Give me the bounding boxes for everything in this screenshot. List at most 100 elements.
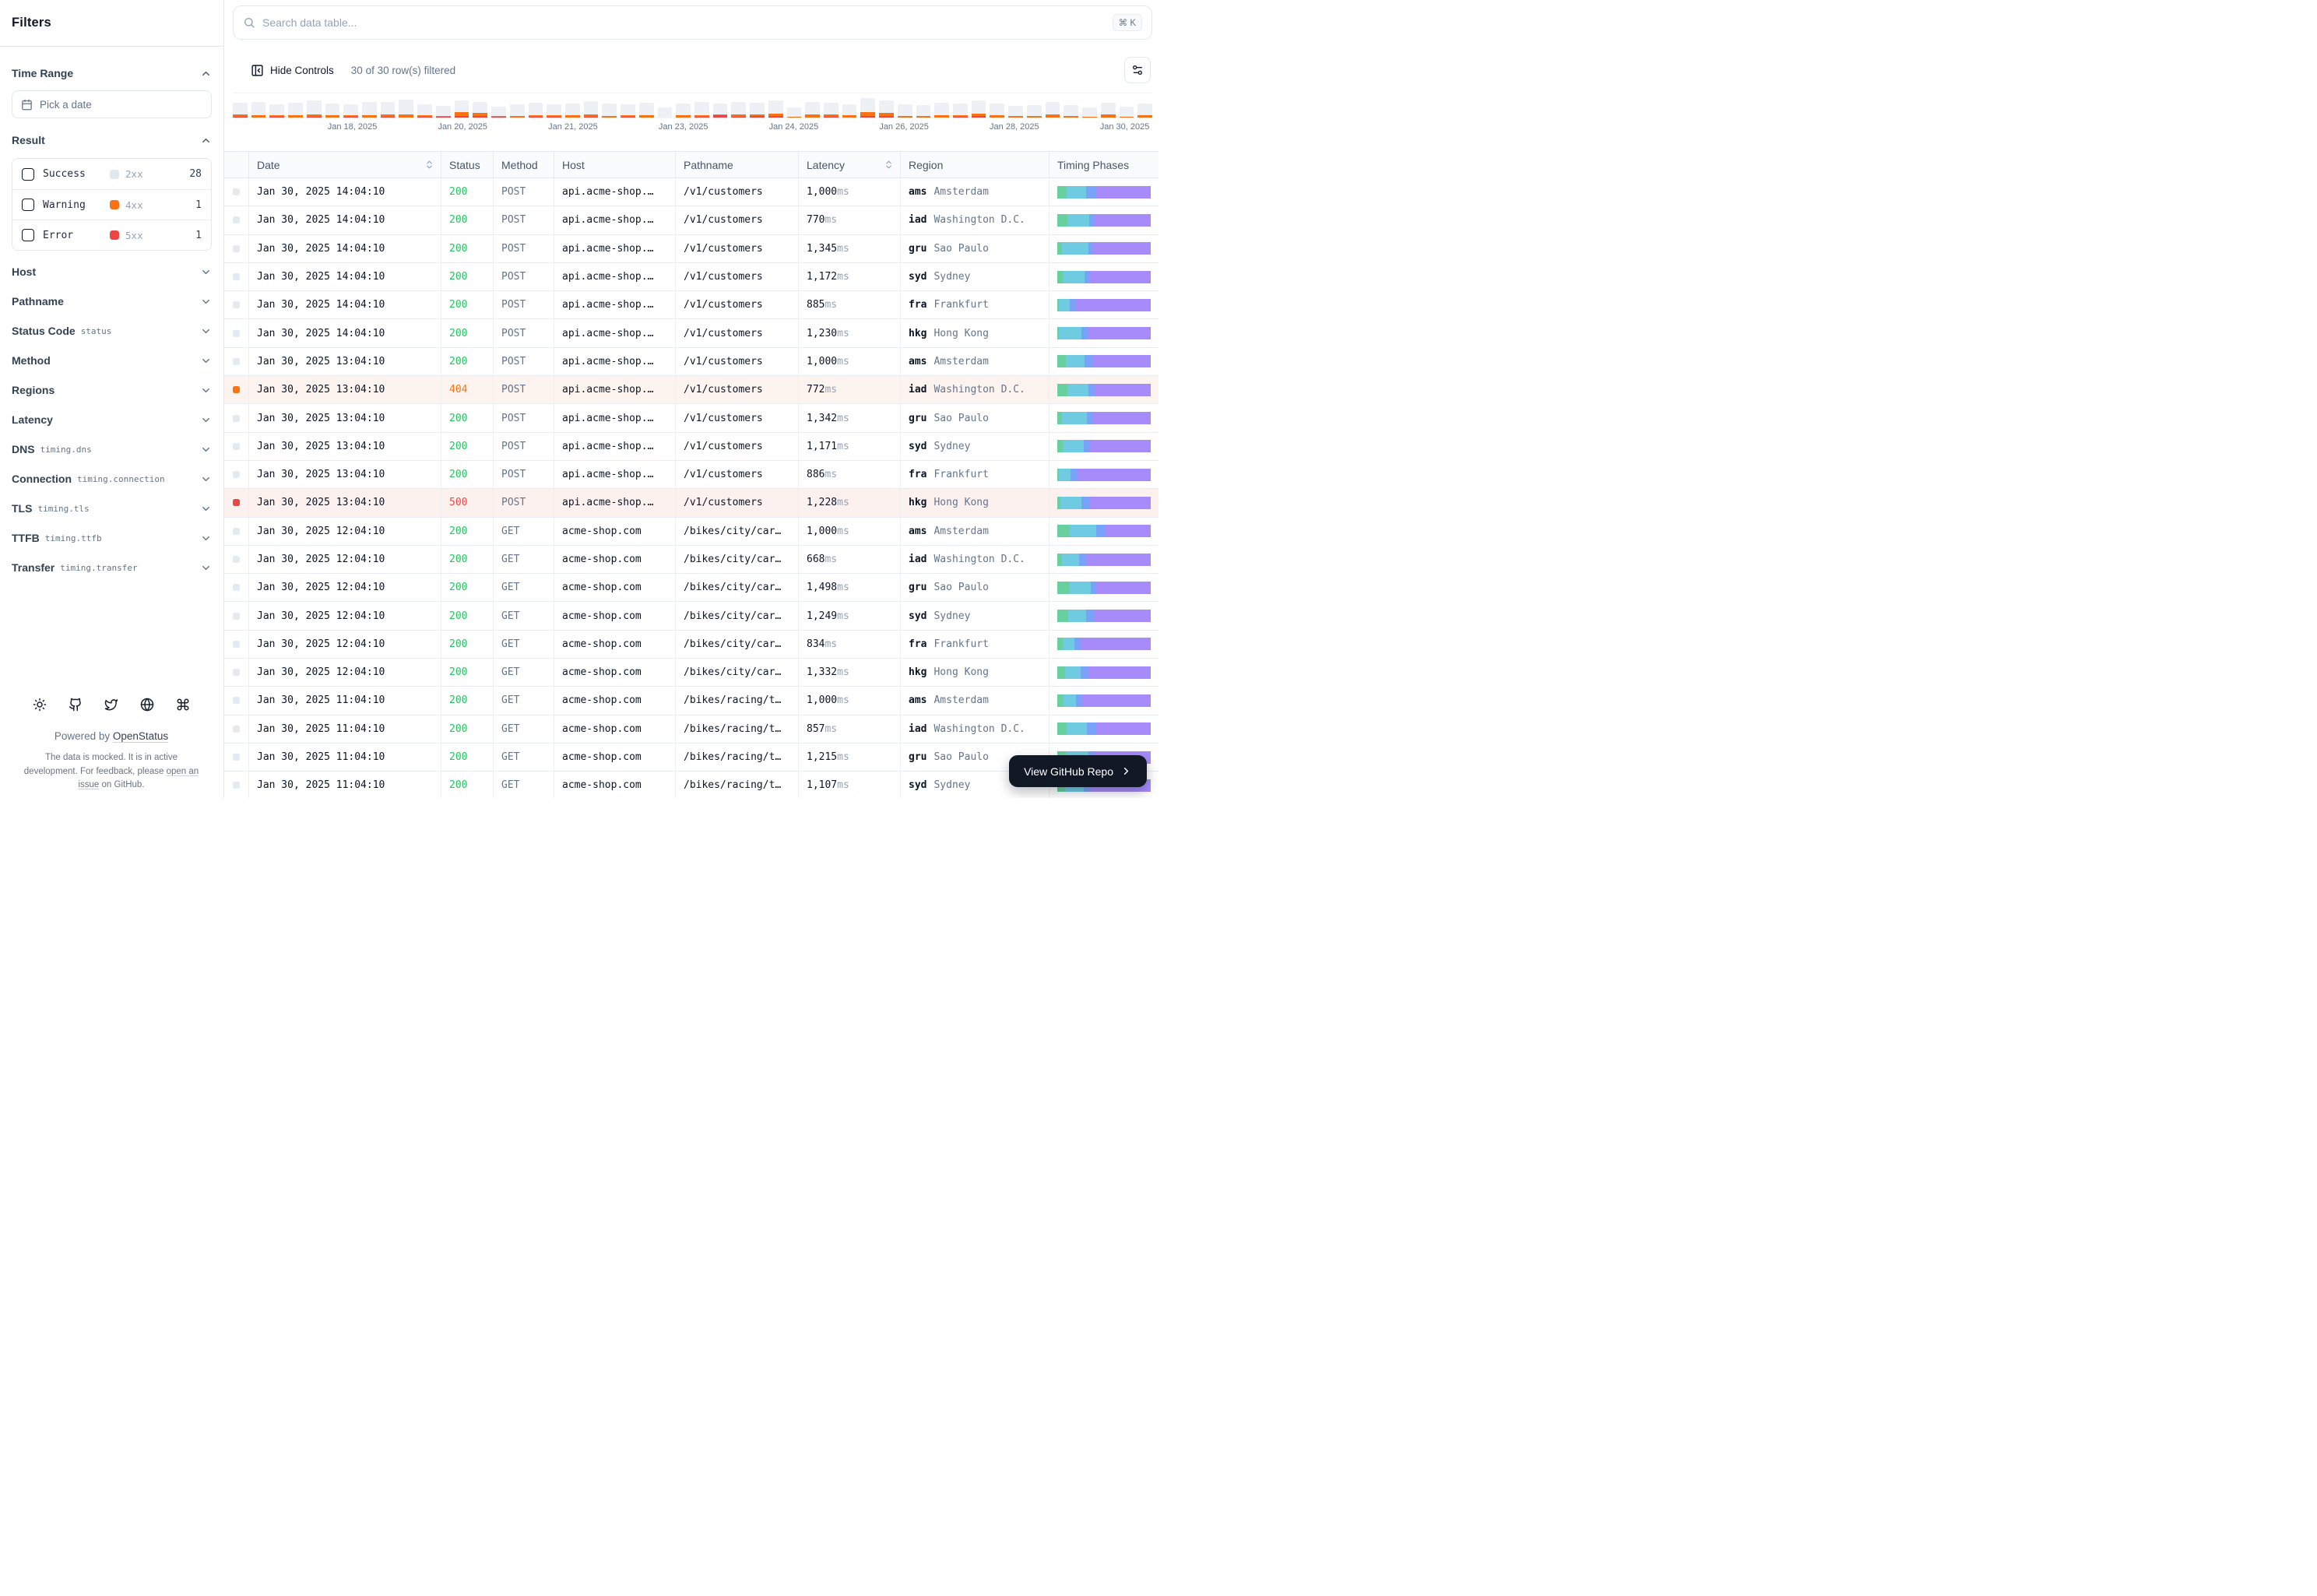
table-row[interactable]: Jan 30, 2025 11:04:10 200 GET acme-shop.com… xyxy=(224,687,1158,715)
histogram-bar[interactable] xyxy=(473,102,488,118)
sidebar-section-status-code[interactable]: Status Code status xyxy=(12,316,212,346)
histogram-bar[interactable] xyxy=(971,100,986,118)
histogram-bar[interactable] xyxy=(934,103,950,118)
histogram-bar[interactable] xyxy=(343,104,359,118)
date-picker-button[interactable]: Pick a date xyxy=(12,90,212,118)
table-row[interactable]: Jan 30, 2025 14:04:10 200 POST api.acme-sho… xyxy=(224,234,1158,263)
histogram-bar[interactable] xyxy=(657,107,673,118)
histogram-bar[interactable] xyxy=(380,102,396,118)
histogram-bar[interactable] xyxy=(953,104,968,118)
table-row[interactable]: Jan 30, 2025 12:04:10 200 GET acme-shop.com… xyxy=(224,659,1158,687)
theme-toggle-button[interactable] xyxy=(32,698,47,713)
histogram-bar[interactable] xyxy=(602,104,617,118)
table-row[interactable]: Jan 30, 2025 14:04:10 200 POST api.acme-sho… xyxy=(224,319,1158,348)
table-row[interactable]: Jan 30, 2025 12:04:10 200 GET acme-shop.com… xyxy=(224,517,1158,546)
openstatus-link[interactable]: OpenStatus xyxy=(113,730,168,742)
sidebar-section-dns[interactable]: DNS timing.dns xyxy=(12,434,212,464)
histogram-bar[interactable] xyxy=(528,103,543,118)
table-row[interactable]: Jan 30, 2025 12:04:10 200 GET acme-shop.com… xyxy=(224,630,1158,659)
sidebar-section-transfer[interactable]: Transfer timing.transfer xyxy=(12,553,212,582)
histogram-bar[interactable] xyxy=(879,100,894,118)
column-header-latency[interactable]: Latency xyxy=(799,152,901,178)
histogram-bar[interactable] xyxy=(694,102,709,118)
table-row[interactable]: Jan 30, 2025 13:04:10 500 POST api.acme-sho… xyxy=(224,489,1158,518)
histogram-bar[interactable] xyxy=(786,107,802,118)
result-filter-item-error[interactable]: Error 5xx 1 xyxy=(12,220,211,250)
table-row[interactable]: Jan 30, 2025 13:04:10 404 POST api.acme-sho… xyxy=(224,376,1158,405)
histogram-bar[interactable] xyxy=(306,100,322,118)
hide-controls-button[interactable]: Hide Controls xyxy=(251,64,334,77)
histogram-bar[interactable] xyxy=(1082,107,1097,118)
table-row[interactable]: Jan 30, 2025 14:04:10 200 POST api.acme-sho… xyxy=(224,262,1158,292)
histogram-bar[interactable] xyxy=(564,104,580,118)
histogram-bar[interactable] xyxy=(1100,103,1116,118)
search-input[interactable] xyxy=(262,16,1106,29)
histogram-bar[interactable] xyxy=(1137,104,1152,118)
table-row[interactable]: Jan 30, 2025 14:04:10 200 POST api.acme-sho… xyxy=(224,178,1158,207)
histogram-bar[interactable] xyxy=(860,98,876,118)
result-filter-item-success[interactable]: Success 2xx 28 xyxy=(12,159,211,189)
histogram-bar[interactable] xyxy=(491,107,506,118)
checkbox[interactable] xyxy=(22,229,34,241)
table-row[interactable]: Jan 30, 2025 12:04:10 200 GET acme-shop.com… xyxy=(224,545,1158,575)
sidebar-section-ttfb[interactable]: TTFB timing.ttfb xyxy=(12,523,212,553)
histogram-bar[interactable] xyxy=(362,102,377,118)
table-row[interactable]: Jan 30, 2025 13:04:10 200 POST api.acme-sho… xyxy=(224,347,1158,377)
checkbox[interactable] xyxy=(22,167,34,181)
histogram-bar[interactable] xyxy=(269,104,285,118)
twitter-link-button[interactable] xyxy=(104,698,119,713)
histogram-bar[interactable] xyxy=(1064,105,1079,118)
histogram-bar[interactable] xyxy=(1045,102,1060,118)
table-row[interactable]: Jan 30, 2025 12:04:10 200 GET acme-shop.com… xyxy=(224,574,1158,603)
sidebar-section-pathname[interactable]: Pathname xyxy=(12,287,212,316)
histogram-bar[interactable] xyxy=(435,106,451,118)
histogram-bar[interactable] xyxy=(768,100,783,118)
sidebar-section-host[interactable]: Host xyxy=(12,257,212,287)
histogram-bar[interactable] xyxy=(454,100,469,118)
histogram-bar[interactable] xyxy=(897,104,912,118)
section-result[interactable]: Result xyxy=(12,131,212,149)
table-row[interactable]: Jan 30, 2025 11:04:10 200 GET acme-shop.com… xyxy=(224,715,1158,744)
histogram-bar[interactable] xyxy=(990,104,1005,118)
table-row[interactable]: Jan 30, 2025 13:04:10 200 POST api.acme-sho… xyxy=(224,432,1158,461)
table-row[interactable]: Jan 30, 2025 13:04:10 200 POST api.acme-sho… xyxy=(224,404,1158,433)
checkbox[interactable] xyxy=(22,199,34,211)
table-row[interactable]: Jan 30, 2025 12:04:10 200 GET acme-shop.com… xyxy=(224,602,1158,631)
sidebar-section-connection[interactable]: Connection timing.connection xyxy=(12,464,212,494)
histogram-bar[interactable] xyxy=(676,104,691,118)
histogram-bar[interactable] xyxy=(583,101,599,118)
histogram-bar[interactable] xyxy=(509,104,525,118)
view-options-button[interactable] xyxy=(1124,57,1151,83)
website-link-button[interactable] xyxy=(139,698,155,713)
table-row[interactable]: Jan 30, 2025 13:04:10 200 POST api.acme-sho… xyxy=(224,460,1158,490)
view-github-repo-button[interactable]: View GitHub Repo xyxy=(1009,755,1147,787)
sidebar-section-regions[interactable]: Regions xyxy=(12,375,212,405)
histogram-bar[interactable] xyxy=(1008,106,1023,118)
histogram-bar[interactable] xyxy=(251,102,266,118)
table-row[interactable]: Jan 30, 2025 14:04:10 200 POST api.acme-sho… xyxy=(224,291,1158,320)
github-link-button[interactable] xyxy=(68,698,83,713)
histogram-bar[interactable] xyxy=(1026,105,1042,118)
result-filter-item-warning[interactable]: Warning 4xx 1 xyxy=(12,189,211,220)
section-time-range[interactable]: Time Range xyxy=(12,64,212,83)
command-menu-button[interactable] xyxy=(175,698,191,713)
sidebar-section-latency[interactable]: Latency xyxy=(12,405,212,434)
histogram-bar[interactable] xyxy=(750,103,765,118)
histogram-bar[interactable] xyxy=(805,102,820,118)
histogram-bar[interactable] xyxy=(325,104,340,118)
histogram-bar[interactable] xyxy=(399,100,414,118)
sidebar-section-method[interactable]: Method xyxy=(12,346,212,375)
histogram-bar[interactable] xyxy=(233,103,248,118)
histogram-bar[interactable] xyxy=(1119,107,1134,118)
histogram-bar[interactable] xyxy=(916,105,931,118)
histogram-bar[interactable] xyxy=(638,103,654,118)
histogram-bar[interactable] xyxy=(417,104,432,118)
column-header-date[interactable]: Date xyxy=(249,152,441,178)
histogram-bar[interactable] xyxy=(842,104,857,118)
histogram-bar[interactable] xyxy=(621,104,635,118)
histogram-bar[interactable] xyxy=(712,104,728,118)
sidebar-section-tls[interactable]: TLS timing.tls xyxy=(12,494,212,523)
histogram-bar[interactable] xyxy=(824,103,839,118)
histogram-bar[interactable] xyxy=(731,102,747,118)
histogram-bar[interactable] xyxy=(547,104,561,118)
